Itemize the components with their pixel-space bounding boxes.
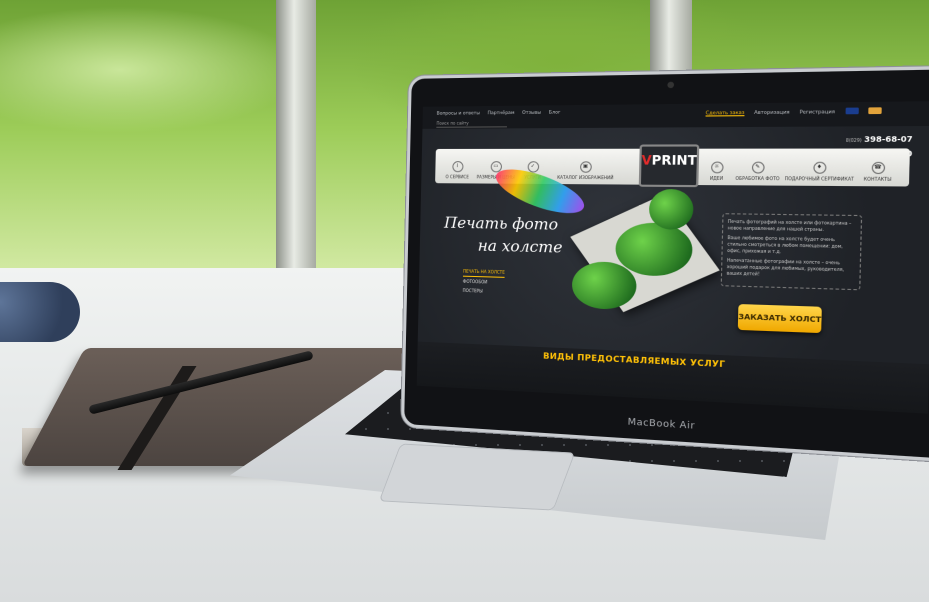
hero-title-line2: на холсте [477, 236, 563, 257]
nav-gift-certificate[interactable]: ♦ ПОДАРОЧНЫЙ СЕРТИФИКАТ [783, 161, 857, 182]
link-reviews[interactable]: Отзывы [522, 111, 541, 116]
link-faq[interactable]: Вопросы и ответы [437, 111, 480, 116]
login-link[interactable]: Авторизация [754, 110, 790, 116]
link-blog[interactable]: Блог [549, 110, 561, 115]
order-canvas-button[interactable]: ЗАКАЗАТЬ ХОЛСТ [737, 304, 822, 334]
vprint-logo[interactable]: VPRINT [638, 144, 700, 188]
order-link[interactable]: Сделать заказ [706, 110, 745, 116]
brush-icon: ✎ [751, 161, 765, 174]
hero-side-menu: ПЕЧАТЬ НА ХОЛСТЕ ФОТООБОИ ПОСТЕРЫ [463, 266, 505, 297]
phone-code-1: 8(029) [845, 137, 862, 144]
mastercard-icon [868, 107, 882, 115]
phone-icon: ☎ [871, 161, 885, 175]
chair-cushion [0, 282, 80, 342]
nav-photo-editing[interactable]: ✎ ОБРАБОТКА ФОТО [730, 161, 786, 182]
hero-title-line1: Печать фото [443, 213, 559, 234]
picture-icon: ▣ [579, 161, 592, 173]
nav-catalog[interactable]: ▣ КАТАЛОГ ИЗОБРАЖЕНИЙ [556, 161, 616, 180]
description-paragraph: Напечатанные фотографии на холсте – очен… [726, 257, 845, 277]
laptop-lid: Вопросы и ответы Партнёрам Отзывы Блог С… [401, 65, 929, 463]
laptop-trackpad [378, 443, 576, 511]
left-pillar [276, 0, 316, 278]
search-input[interactable]: Поиск по сайту [436, 120, 508, 128]
topbar-account: Сделать заказ Авторизация Регистрация [698, 107, 882, 116]
hero-description: Печать фотографий на холсте или фотокарт… [720, 213, 863, 291]
ivy-plant [648, 188, 694, 230]
website-screen: Вопросы и ответы Партнёрам Отзывы Блог С… [416, 101, 929, 414]
nav-about[interactable]: iО СЕРВИСЕ [437, 161, 477, 179]
info-icon: i [451, 161, 464, 173]
nav-ideas[interactable]: ☼ ИДЕИ [701, 161, 733, 181]
description-paragraph: Печать фотографий на холсте или фотокарт… [727, 218, 852, 233]
register-link[interactable]: Регистрация [799, 109, 835, 115]
lightbulb-icon: ☼ [710, 161, 724, 174]
phone-number-1[interactable]: 398-68-07 [864, 135, 913, 144]
webcam [667, 81, 675, 89]
visa-icon [845, 107, 859, 115]
services-title: ВИДЫ ПРЕДОСТАВЛЯЕМЫХ УСЛУГ [543, 351, 726, 370]
description-paragraph: Ваше любимое фото на холсте будет очень … [727, 234, 843, 255]
topbar-links: Вопросы и ответы Партнёрам Отзывы Блог [437, 110, 567, 116]
side-menu-posters[interactable]: ПОСТЕРЫ [463, 286, 505, 296]
gift-icon: ♦ [812, 161, 826, 174]
services-section: ВИДЫ ПРЕДОСТАВЛЯЕМЫХ УСЛУГ [416, 341, 929, 414]
link-partners[interactable]: Партнёрам [487, 111, 514, 116]
site-topbar: Вопросы и ответы Партнёрам Отзывы Блог С… [422, 101, 929, 129]
hero-title: Печать фото на холсте [443, 212, 563, 259]
nav-contacts[interactable]: ☎ КОНТАКТЫ [853, 161, 902, 182]
